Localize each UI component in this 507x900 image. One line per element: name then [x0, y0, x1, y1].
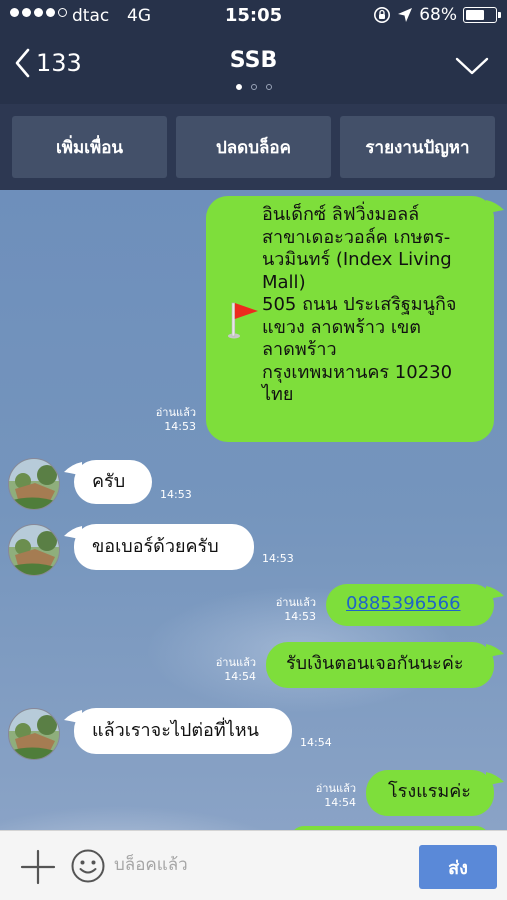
send-button[interactable]: ส่ง: [419, 845, 497, 889]
message-text: รับเงินตอนเจอกันนะค่ะ: [286, 653, 464, 674]
message-text: โรงแรมค่ะ: [388, 781, 471, 802]
avatar-image: [9, 459, 59, 509]
bubble-tail: [486, 586, 504, 600]
read-receipt: อ่านแล้ว: [275, 596, 316, 609]
message-text: ขอเบอร์ด้วยครับ: [92, 536, 219, 557]
location-arrow-icon: [398, 8, 413, 22]
address-line: สาขาเดอะวอล์ค เกษตร-: [262, 226, 451, 248]
message-time: 14:54: [324, 796, 356, 809]
message-time: 14:54: [300, 736, 332, 749]
emoji-button[interactable]: [70, 848, 106, 888]
outgoing-message-bubble[interactable]: โรงแรมค่ะ: [366, 770, 494, 816]
location-message-bubble[interactable]: อินเด็กซ์ ลิฟวิ่งมอลล์ สาขาเดอะวอล์ค เกษ…: [206, 196, 494, 442]
flag-pin-icon: [228, 302, 258, 339]
address-line: ไทย: [262, 384, 294, 405]
action-bar: เพิ่มเพื่อน ปลดบล็อค รายงานปัญหา: [0, 104, 507, 190]
bubble-tail: [64, 526, 82, 540]
address-line: 505 ถนน ประเสริฐมนูกิจ: [262, 294, 457, 315]
message-time: 14:53: [284, 610, 316, 623]
message-time: 14:53: [262, 552, 294, 565]
page-indicator: [0, 84, 507, 90]
message-meta: อ่านแล้ว 14:54: [190, 656, 256, 684]
chevron-down-icon: [455, 57, 489, 75]
incoming-message-bubble[interactable]: แล้วเราจะไปต่อที่ไหน: [74, 708, 292, 754]
location-address: อินเด็กซ์ ลิฟวิ่งมอลล์ สาขาเดอะวอล์ค เกษ…: [262, 204, 462, 407]
chat-title: SSB: [229, 48, 278, 73]
top-bar: dtac 4G 15:05 68% 133 SSB: [0, 0, 507, 104]
address-line: กรุงเทพมหานคร 10230: [262, 361, 453, 383]
address-line: ลาดพร้าว: [262, 339, 337, 360]
status-icons: 68%: [373, 5, 501, 25]
avatar-image: [9, 525, 59, 575]
chat-area[interactable]: อินเด็กซ์ ลิฟวิ่งมอลล์ สาขาเดอะวอล์ค เกษ…: [0, 190, 507, 830]
read-receipt: อ่านแล้ว: [315, 782, 356, 795]
status-bar: dtac 4G 15:05 68%: [0, 0, 507, 34]
address-line: นวมินทร์ (Index Living: [262, 249, 452, 270]
address-line: Mall): [262, 271, 306, 293]
bubble-tail: [486, 772, 504, 786]
chat-header: 133 SSB: [0, 34, 507, 104]
message-meta: อ่านแล้ว 14:53: [250, 596, 316, 624]
battery-percent: 68%: [419, 5, 457, 25]
unblock-button[interactable]: ปลดบล็อค: [176, 116, 331, 178]
address-line: แขวง ลาดพร้าว เขต: [262, 316, 421, 338]
rotation-lock-icon: [374, 7, 391, 23]
message-time: 14:53: [160, 488, 192, 501]
add-friend-button[interactable]: เพิ่มเพื่อน: [12, 116, 167, 178]
add-attachment-button[interactable]: [20, 849, 56, 889]
incoming-message-bubble[interactable]: ขอเบอร์ด้วยครับ: [74, 524, 254, 570]
bubble-tail: [64, 462, 82, 476]
smiley-icon: [71, 849, 105, 883]
input-bar: ส่ง: [0, 830, 507, 900]
page-dot: [265, 84, 272, 90]
contact-avatar[interactable]: [8, 524, 60, 576]
battery-icon: [463, 7, 501, 23]
incoming-message-bubble[interactable]: ครับ: [74, 460, 152, 504]
phone-link[interactable]: 0885396566: [346, 593, 461, 614]
avatar-image: [9, 709, 59, 759]
phone-message-bubble[interactable]: 0885396566: [326, 584, 494, 626]
message-text: ครับ: [92, 471, 126, 492]
message-text: แล้วเราจะไปต่อที่ไหน: [92, 720, 259, 741]
read-receipt: อ่านแล้ว: [155, 406, 196, 419]
message-time: 14:53: [164, 420, 196, 433]
contact-avatar[interactable]: [8, 458, 60, 510]
message-time: 14:54: [224, 670, 256, 683]
address-line: อินเด็กซ์ ลิฟวิ่งมอลล์: [262, 204, 420, 225]
contact-avatar[interactable]: [8, 708, 60, 760]
message-meta: อ่านแล้ว 14:54: [290, 782, 356, 810]
page-dot: [235, 84, 242, 90]
message-input[interactable]: [114, 845, 404, 885]
bubble-tail: [486, 200, 504, 214]
bubble-tail: [64, 710, 82, 724]
menu-toggle-button[interactable]: [455, 56, 489, 80]
read-receipt: อ่านแล้ว: [215, 656, 256, 669]
bubble-tail: [486, 644, 504, 658]
plus-icon: [20, 849, 56, 885]
outgoing-message-bubble[interactable]: รับเงินตอนเจอกันนะค่ะ: [266, 642, 494, 688]
message-meta: อ่านแล้ว 14:53: [130, 406, 196, 434]
report-button[interactable]: รายงานปัญหา: [340, 116, 495, 178]
page-dot: [250, 84, 257, 90]
